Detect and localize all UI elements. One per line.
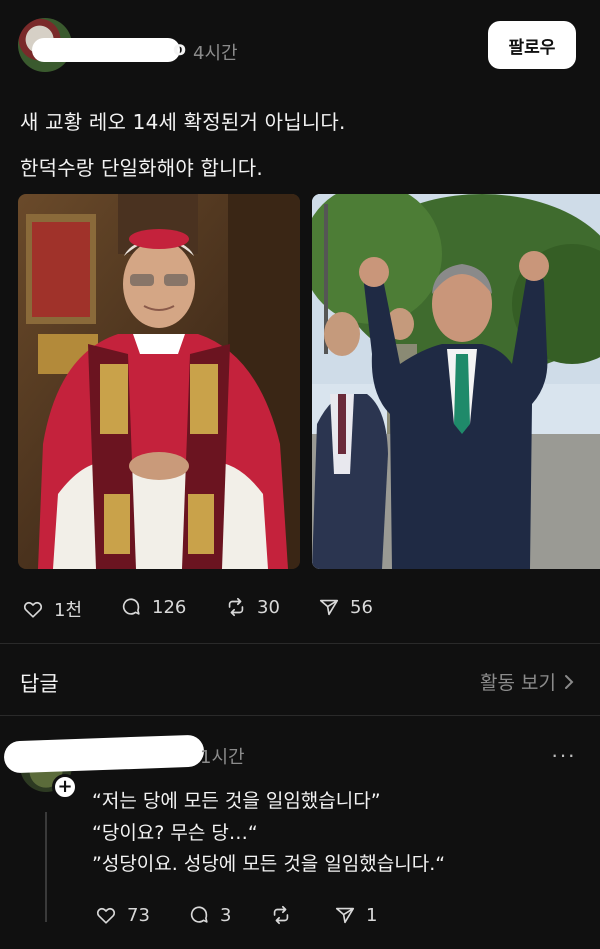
reply-text-line-2: “당이요? 무슨 당…“ <box>92 822 258 844</box>
replies-heading: 답글 <box>20 672 59 696</box>
post-text-line-1: 새 교황 레오 14세 확정된거 아닙니다. <box>20 110 346 134</box>
comment-icon <box>190 906 208 923</box>
politician-photo[interactable] <box>312 194 600 569</box>
repost-count: 30 <box>257 596 280 618</box>
repost-icon <box>273 905 289 925</box>
chevron-right-icon <box>565 674 574 689</box>
reply-comment-count: 3 <box>220 904 232 926</box>
more-options-button[interactable]: ··· <box>551 742 576 768</box>
pope-illustration <box>18 194 300 569</box>
pope-photo[interactable] <box>18 194 300 569</box>
like-button[interactable]: 1천 <box>22 596 82 622</box>
like-count: 1천 <box>54 600 83 621</box>
thread-line <box>45 812 47 922</box>
repost-button[interactable]: 30 <box>225 596 280 618</box>
username-redaction <box>32 38 180 62</box>
comment-count: 126 <box>152 596 187 618</box>
reply-like-button[interactable]: 73 <box>95 904 150 926</box>
reply-share-count: 1 <box>366 904 378 926</box>
share-button[interactable]: 56 <box>318 596 373 618</box>
send-icon <box>335 907 355 924</box>
comment-icon <box>122 598 140 615</box>
reply-comment-button[interactable]: 3 <box>188 904 231 926</box>
reply-share-button[interactable]: 1 <box>334 904 377 926</box>
reply-repost-button[interactable] <box>270 904 302 926</box>
comment-button[interactable]: 126 <box>120 596 186 618</box>
reply-text-line-3: ”성당이요. 성당에 모든 것을 일임했습니다.“ <box>92 853 446 875</box>
post-timestamp: 4시간 <box>193 43 238 64</box>
reply-timestamp: 1시간 <box>200 747 245 768</box>
heart-icon <box>96 907 116 924</box>
divider <box>0 643 600 644</box>
post-text-line-2: 한덕수랑 단일화해야 합니다. <box>20 156 263 180</box>
heart-icon <box>23 601 43 618</box>
reply-like-count: 73 <box>127 904 150 926</box>
share-count: 56 <box>350 596 373 618</box>
view-activity-label: 활동 보기 <box>480 672 556 694</box>
username[interactable]: o <box>173 38 186 60</box>
post-header: o 4시간 팔로우 <box>18 18 576 76</box>
reply-text-line-1: “저는 당에 모든 것을 일임했습니다” <box>92 790 381 812</box>
view-activity-link[interactable]: 활동 보기 <box>480 668 574 695</box>
send-icon <box>319 599 339 616</box>
divider <box>0 715 600 716</box>
follow-button[interactable]: 팔로우 <box>488 21 576 69</box>
follow-plus-icon[interactable]: + <box>52 774 78 800</box>
repost-icon <box>228 597 244 617</box>
politician-illustration <box>312 194 600 569</box>
reply-username-redaction <box>3 734 205 774</box>
